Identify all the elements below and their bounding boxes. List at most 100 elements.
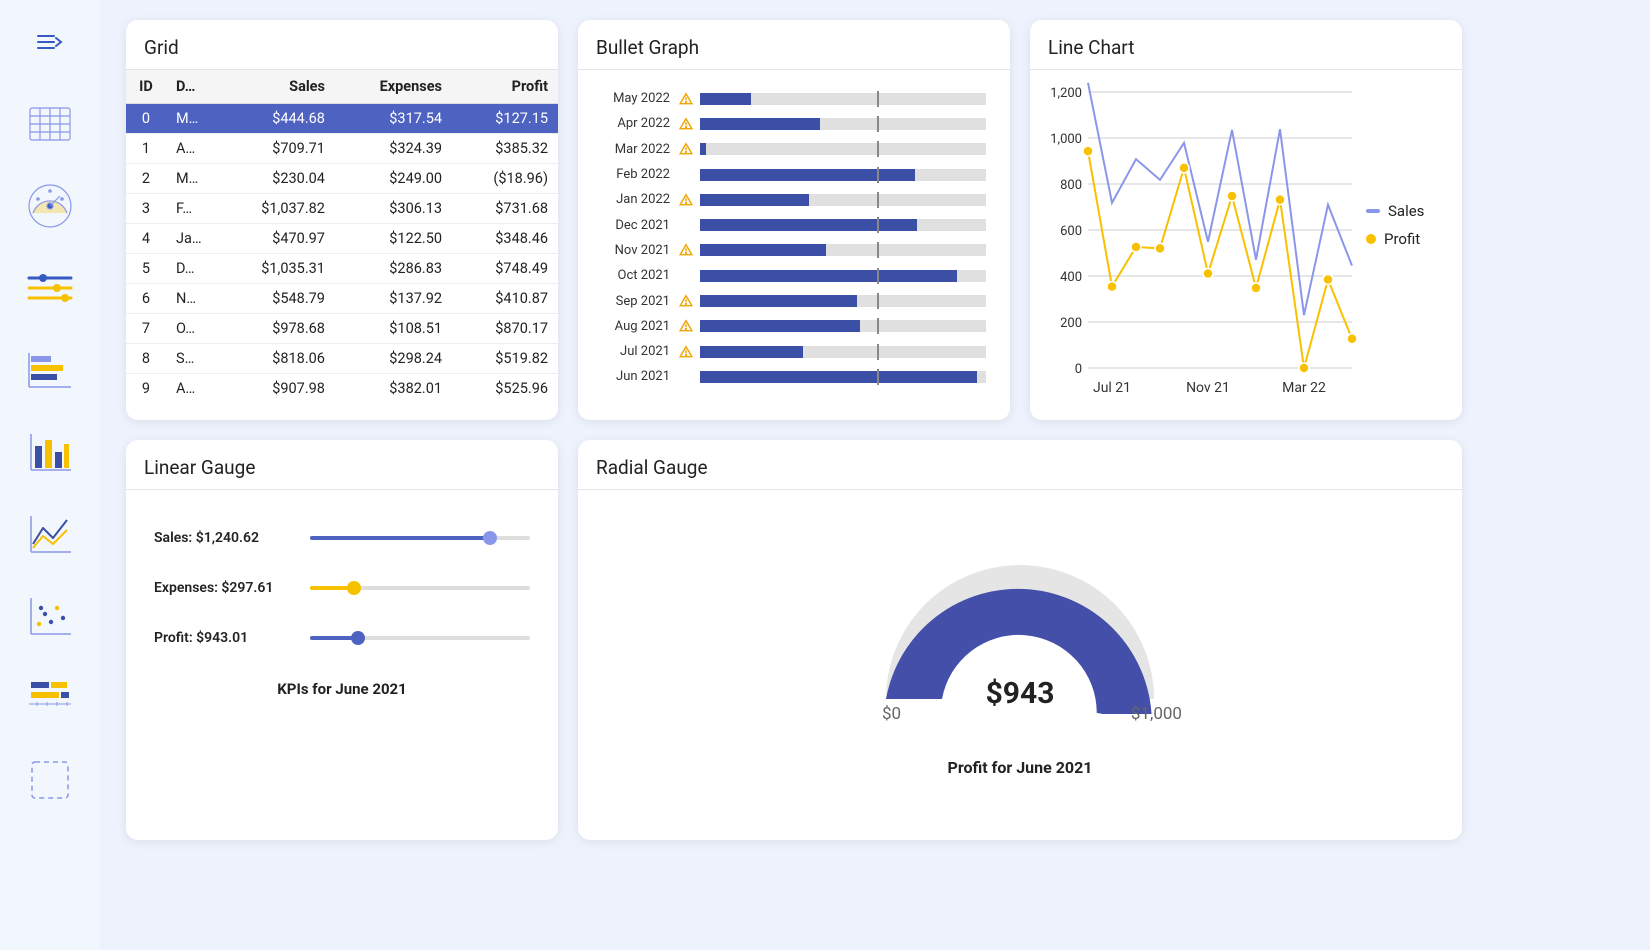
radial-gauge[interactable]: $943 $0 $1,000 Profit for June 2021 <box>578 490 1462 840</box>
bullet-card: Bullet Graph May 2022 Apr 2022 Mar 2022 Feb… <box>578 20 1010 420</box>
bullet-track <box>700 371 986 383</box>
column-header[interactable]: Sales <box>216 70 335 104</box>
column-header[interactable]: Expenses <box>335 70 452 104</box>
bullet-row: Feb 2022 <box>602 162 986 187</box>
bullet-label: Jun 2021 <box>602 369 676 384</box>
column-header[interactable]: ID <box>126 70 166 104</box>
bullet-row: Aug 2021 <box>602 314 986 339</box>
radial-value: $943 <box>986 676 1055 711</box>
bullet-track <box>700 118 986 130</box>
radial-caption: Profit for June 2021 <box>948 758 1093 777</box>
line-icon[interactable] <box>22 506 78 562</box>
bullet-row: Apr 2022 <box>602 111 986 136</box>
table-row[interactable]: 9A…$907.98$382.01$525.96 <box>126 374 558 401</box>
svg-text:800: 800 <box>1060 178 1082 193</box>
bullet-row: Dec 2021 <box>602 212 986 237</box>
table-row[interactable]: 7O…$978.68$108.51$870.17 <box>126 314 558 344</box>
main-content: Grid IDD…SalesExpensesProfit 0M…$444.68$… <box>100 0 1650 950</box>
svg-text:Jul 21: Jul 21 <box>1093 380 1131 396</box>
warning-icon <box>676 319 696 333</box>
card-title: Radial Gauge <box>578 440 1462 489</box>
linear-label: Expenses: $297.61 <box>154 580 294 596</box>
bullet-row: Sep 2021 <box>602 288 986 313</box>
bullet-track <box>700 93 986 105</box>
vbar-icon[interactable] <box>22 424 78 480</box>
sidebar <box>0 0 100 950</box>
placeholder-icon[interactable] <box>22 752 78 808</box>
legend-label: Profit <box>1384 230 1420 248</box>
bullet-row: Mar 2022 <box>602 137 986 162</box>
card-title: Linear Gauge <box>126 440 558 489</box>
bullet-label: Jan 2022 <box>602 192 676 207</box>
line-chart-card: Line Chart 02004006008001,0001,200Jul 21… <box>1030 20 1462 420</box>
warning-icon <box>676 193 696 207</box>
svg-text:1,000: 1,000 <box>1050 132 1082 147</box>
bullet-track <box>700 346 986 358</box>
legend-label: Sales <box>1388 202 1424 220</box>
svg-text:Mar 22: Mar 22 <box>1282 380 1326 396</box>
warning-icon <box>676 92 696 106</box>
grid-table[interactable]: IDD…SalesExpensesProfit 0M…$444.68$317.5… <box>126 70 558 400</box>
bullet-row: May 2022 <box>602 86 986 111</box>
bullet-track <box>700 143 986 155</box>
expand-icon[interactable] <box>22 14 78 70</box>
linear-gauge-card: Linear Gauge Sales: $1,240.62 Expenses: $… <box>126 440 558 840</box>
linear-track[interactable] <box>310 636 530 640</box>
bullet-row: Jun 2021 <box>602 364 986 389</box>
table-row[interactable]: 4Ja…$470.97$122.50$348.46 <box>126 224 558 254</box>
bullet-label: Feb 2022 <box>602 167 676 182</box>
bullet-label: Apr 2022 <box>602 116 676 131</box>
bullet-graph[interactable]: May 2022 Apr 2022 Mar 2022 Feb 2022 Jan 2022… <box>578 70 1010 420</box>
linear-gauge[interactable]: Sales: $1,240.62 Expenses: $297.61 Profit:… <box>126 490 558 840</box>
warning-icon <box>676 142 696 156</box>
bullet-track <box>700 295 986 307</box>
linear-label: Sales: $1,240.62 <box>154 530 294 546</box>
card-title: Grid <box>126 20 558 69</box>
svg-text:0: 0 <box>1075 362 1082 377</box>
linear-label: Profit: $943.01 <box>154 630 294 646</box>
table-row[interactable]: 0M…$444.68$317.54$127.15 <box>126 104 558 134</box>
card-title: Line Chart <box>1030 20 1462 69</box>
grid-card: Grid IDD…SalesExpensesProfit 0M…$444.68$… <box>126 20 558 420</box>
card-title: Bullet Graph <box>578 20 1010 69</box>
table-row[interactable]: 8S…$818.06$298.24$519.82 <box>126 344 558 374</box>
bullet-track <box>700 194 986 206</box>
hbar-icon[interactable] <box>22 342 78 398</box>
table-row[interactable]: 5D…$1,035.31$286.83$748.49 <box>126 254 558 284</box>
svg-text:600: 600 <box>1060 224 1082 239</box>
bullet-label: Nov 2021 <box>602 243 676 258</box>
bullet-label: Dec 2021 <box>602 218 676 233</box>
column-header[interactable]: Profit <box>452 70 558 104</box>
bullet-row: Nov 2021 <box>602 238 986 263</box>
radial-min: $0 <box>882 704 901 724</box>
radial-max: $1,000 <box>1131 704 1182 724</box>
linear-row: Profit: $943.01 <box>154 630 530 646</box>
bullet-label: Aug 2021 <box>602 319 676 334</box>
line-chart[interactable]: 02004006008001,0001,200Jul 21Nov 21Mar 2… <box>1040 82 1360 402</box>
linear-row: Sales: $1,240.62 <box>154 530 530 546</box>
sliders-icon[interactable] <box>22 260 78 316</box>
svg-text:400: 400 <box>1060 270 1082 285</box>
bullet-label: Oct 2021 <box>602 268 676 283</box>
radial-gauge-card: Radial Gauge $943 $0 $1,000 Profit for J… <box>578 440 1462 840</box>
table-row[interactable]: 1A…$709.71$324.39$385.32 <box>126 134 558 164</box>
linear-caption: KPIs for June 2021 <box>154 680 530 698</box>
linear-row: Expenses: $297.61 <box>154 580 530 596</box>
scatter-icon[interactable] <box>22 588 78 644</box>
bullet-label: Mar 2022 <box>602 142 676 157</box>
gauge-icon[interactable] <box>22 178 78 234</box>
table-row[interactable]: 6N…$548.79$137.92$410.87 <box>126 284 558 314</box>
hbar2-icon[interactable] <box>22 670 78 726</box>
warning-icon <box>676 243 696 257</box>
table-row[interactable]: 3F…$1,037.82$306.13$731.68 <box>126 194 558 224</box>
table-row[interactable]: 2M…$230.04$249.00($18.96) <box>126 164 558 194</box>
warning-icon <box>676 345 696 359</box>
grid-icon[interactable] <box>22 96 78 152</box>
column-header[interactable]: D… <box>166 70 216 104</box>
linear-track[interactable] <box>310 536 530 540</box>
bullet-label: Sep 2021 <box>602 294 676 309</box>
bullet-label: May 2022 <box>602 91 676 106</box>
bullet-track <box>700 270 986 282</box>
warning-icon <box>676 294 696 308</box>
linear-track[interactable] <box>310 586 530 590</box>
